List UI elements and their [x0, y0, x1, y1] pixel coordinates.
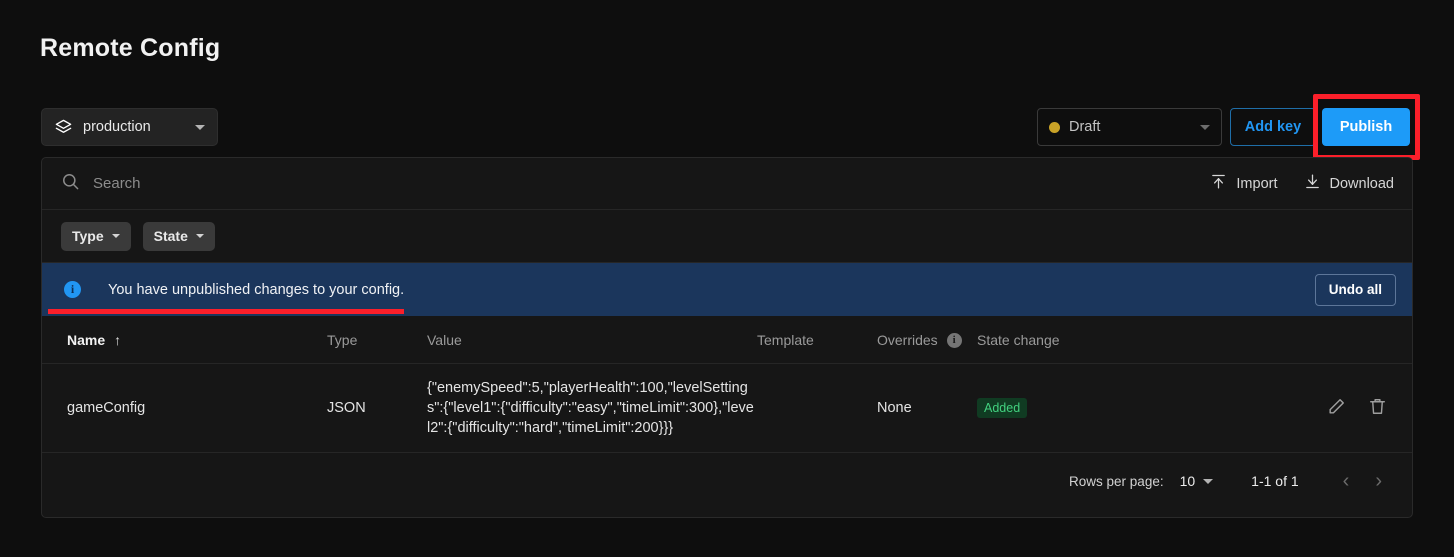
column-header-overrides[interactable]: Overrides i: [877, 316, 977, 364]
table-body: gameConfig JSON {"enemySpeed":5,"playerH…: [42, 363, 1412, 453]
page-title: Remote Config: [40, 34, 221, 62]
next-page-button[interactable]: ›: [1375, 471, 1382, 491]
filter-state-button[interactable]: State: [142, 221, 215, 251]
download-icon: [1304, 173, 1321, 194]
rows-per-page-label: Rows per page:: [1069, 473, 1164, 489]
pagination-range: 1-1 of 1: [1251, 473, 1299, 489]
layers-icon: [54, 118, 73, 137]
table-header-row: Name ↑ Type Value Template Overrides i S…: [42, 316, 1412, 364]
pencil-icon: [1327, 397, 1346, 419]
chevron-down-icon: [195, 124, 205, 130]
download-label: Download: [1329, 175, 1395, 192]
chevron-down-icon: [111, 234, 120, 238]
rows-per-page-selector[interactable]: 10: [1180, 473, 1214, 489]
column-header-overrides-label: Overrides: [877, 332, 938, 348]
download-button[interactable]: Download: [1304, 173, 1395, 194]
table-row[interactable]: gameConfig JSON {"enemySpeed":5,"playerH…: [42, 363, 1412, 453]
status-badge: Added: [977, 398, 1028, 418]
column-header-name[interactable]: Name ↑: [42, 316, 327, 364]
io-actions: Import Download: [1210, 173, 1394, 194]
status-label: Draft: [1069, 119, 1101, 135]
banner-message: You have unpublished changes to your con…: [108, 281, 405, 298]
cell-overrides: None: [877, 363, 977, 453]
info-icon: i: [64, 281, 81, 298]
config-table: Name ↑ Type Value Template Overrides i S…: [42, 316, 1412, 453]
import-label: Import: [1236, 175, 1278, 192]
delete-row-button[interactable]: [1368, 397, 1387, 419]
cell-type: JSON: [327, 363, 427, 453]
edit-row-button[interactable]: [1327, 397, 1346, 419]
status-dot-icon: [1049, 121, 1060, 133]
rows-per-page-value: 10: [1179, 473, 1196, 489]
search-row: Import Download: [42, 158, 1412, 210]
config-card: Import Download Type: [41, 157, 1413, 518]
column-header-value[interactable]: Value: [427, 316, 757, 364]
cell-name: gameConfig: [42, 363, 327, 453]
column-header-actions: [1127, 316, 1412, 364]
publish-button[interactable]: Publish: [1322, 108, 1410, 146]
sort-ascending-icon: ↑: [114, 332, 122, 348]
column-header-type[interactable]: Type: [327, 316, 427, 364]
filter-type-button[interactable]: Type: [61, 221, 131, 251]
cell-value: {"enemySpeed":5,"playerHealth":100,"leve…: [427, 363, 757, 453]
upload-icon: [1210, 173, 1227, 194]
pagination-footer: Rows per page: 10 1-1 of 1 ‹ ›: [42, 453, 1412, 509]
pager-controls: ‹ ›: [1343, 471, 1382, 491]
cell-actions: [1127, 363, 1412, 453]
filter-type-label: Type: [72, 228, 104, 244]
cell-state-change: Added: [977, 363, 1127, 453]
cell-template: [757, 363, 877, 453]
previous-page-button[interactable]: ‹: [1343, 471, 1350, 491]
search-input[interactable]: [93, 175, 493, 192]
import-button[interactable]: Import: [1210, 173, 1278, 194]
remote-config-page: Remote Config production Draft Add key P…: [0, 0, 1454, 557]
chevron-down-icon: [1200, 124, 1210, 130]
table-header: Name ↑ Type Value Template Overrides i S…: [42, 316, 1412, 364]
environment-label: production: [83, 119, 151, 135]
column-header-state-change[interactable]: State change: [977, 316, 1127, 364]
status-selector[interactable]: Draft: [1037, 108, 1222, 146]
unpublished-changes-banner: i You have unpublished changes to your c…: [42, 263, 1412, 316]
environment-selector[interactable]: production: [41, 108, 218, 146]
search-icon: [61, 172, 80, 196]
trash-icon: [1368, 397, 1387, 419]
chevron-down-icon: [195, 234, 204, 238]
column-header-name-label: Name: [67, 332, 106, 348]
search-field-wrapper: [61, 172, 1210, 196]
info-icon[interactable]: i: [946, 332, 962, 348]
add-key-button[interactable]: Add key: [1230, 108, 1316, 146]
chevron-down-icon: [1203, 478, 1214, 484]
column-header-template[interactable]: Template: [757, 316, 877, 364]
filter-state-label: State: [153, 228, 188, 244]
filter-row: Type State: [42, 210, 1412, 263]
undo-all-button[interactable]: Undo all: [1314, 273, 1396, 306]
